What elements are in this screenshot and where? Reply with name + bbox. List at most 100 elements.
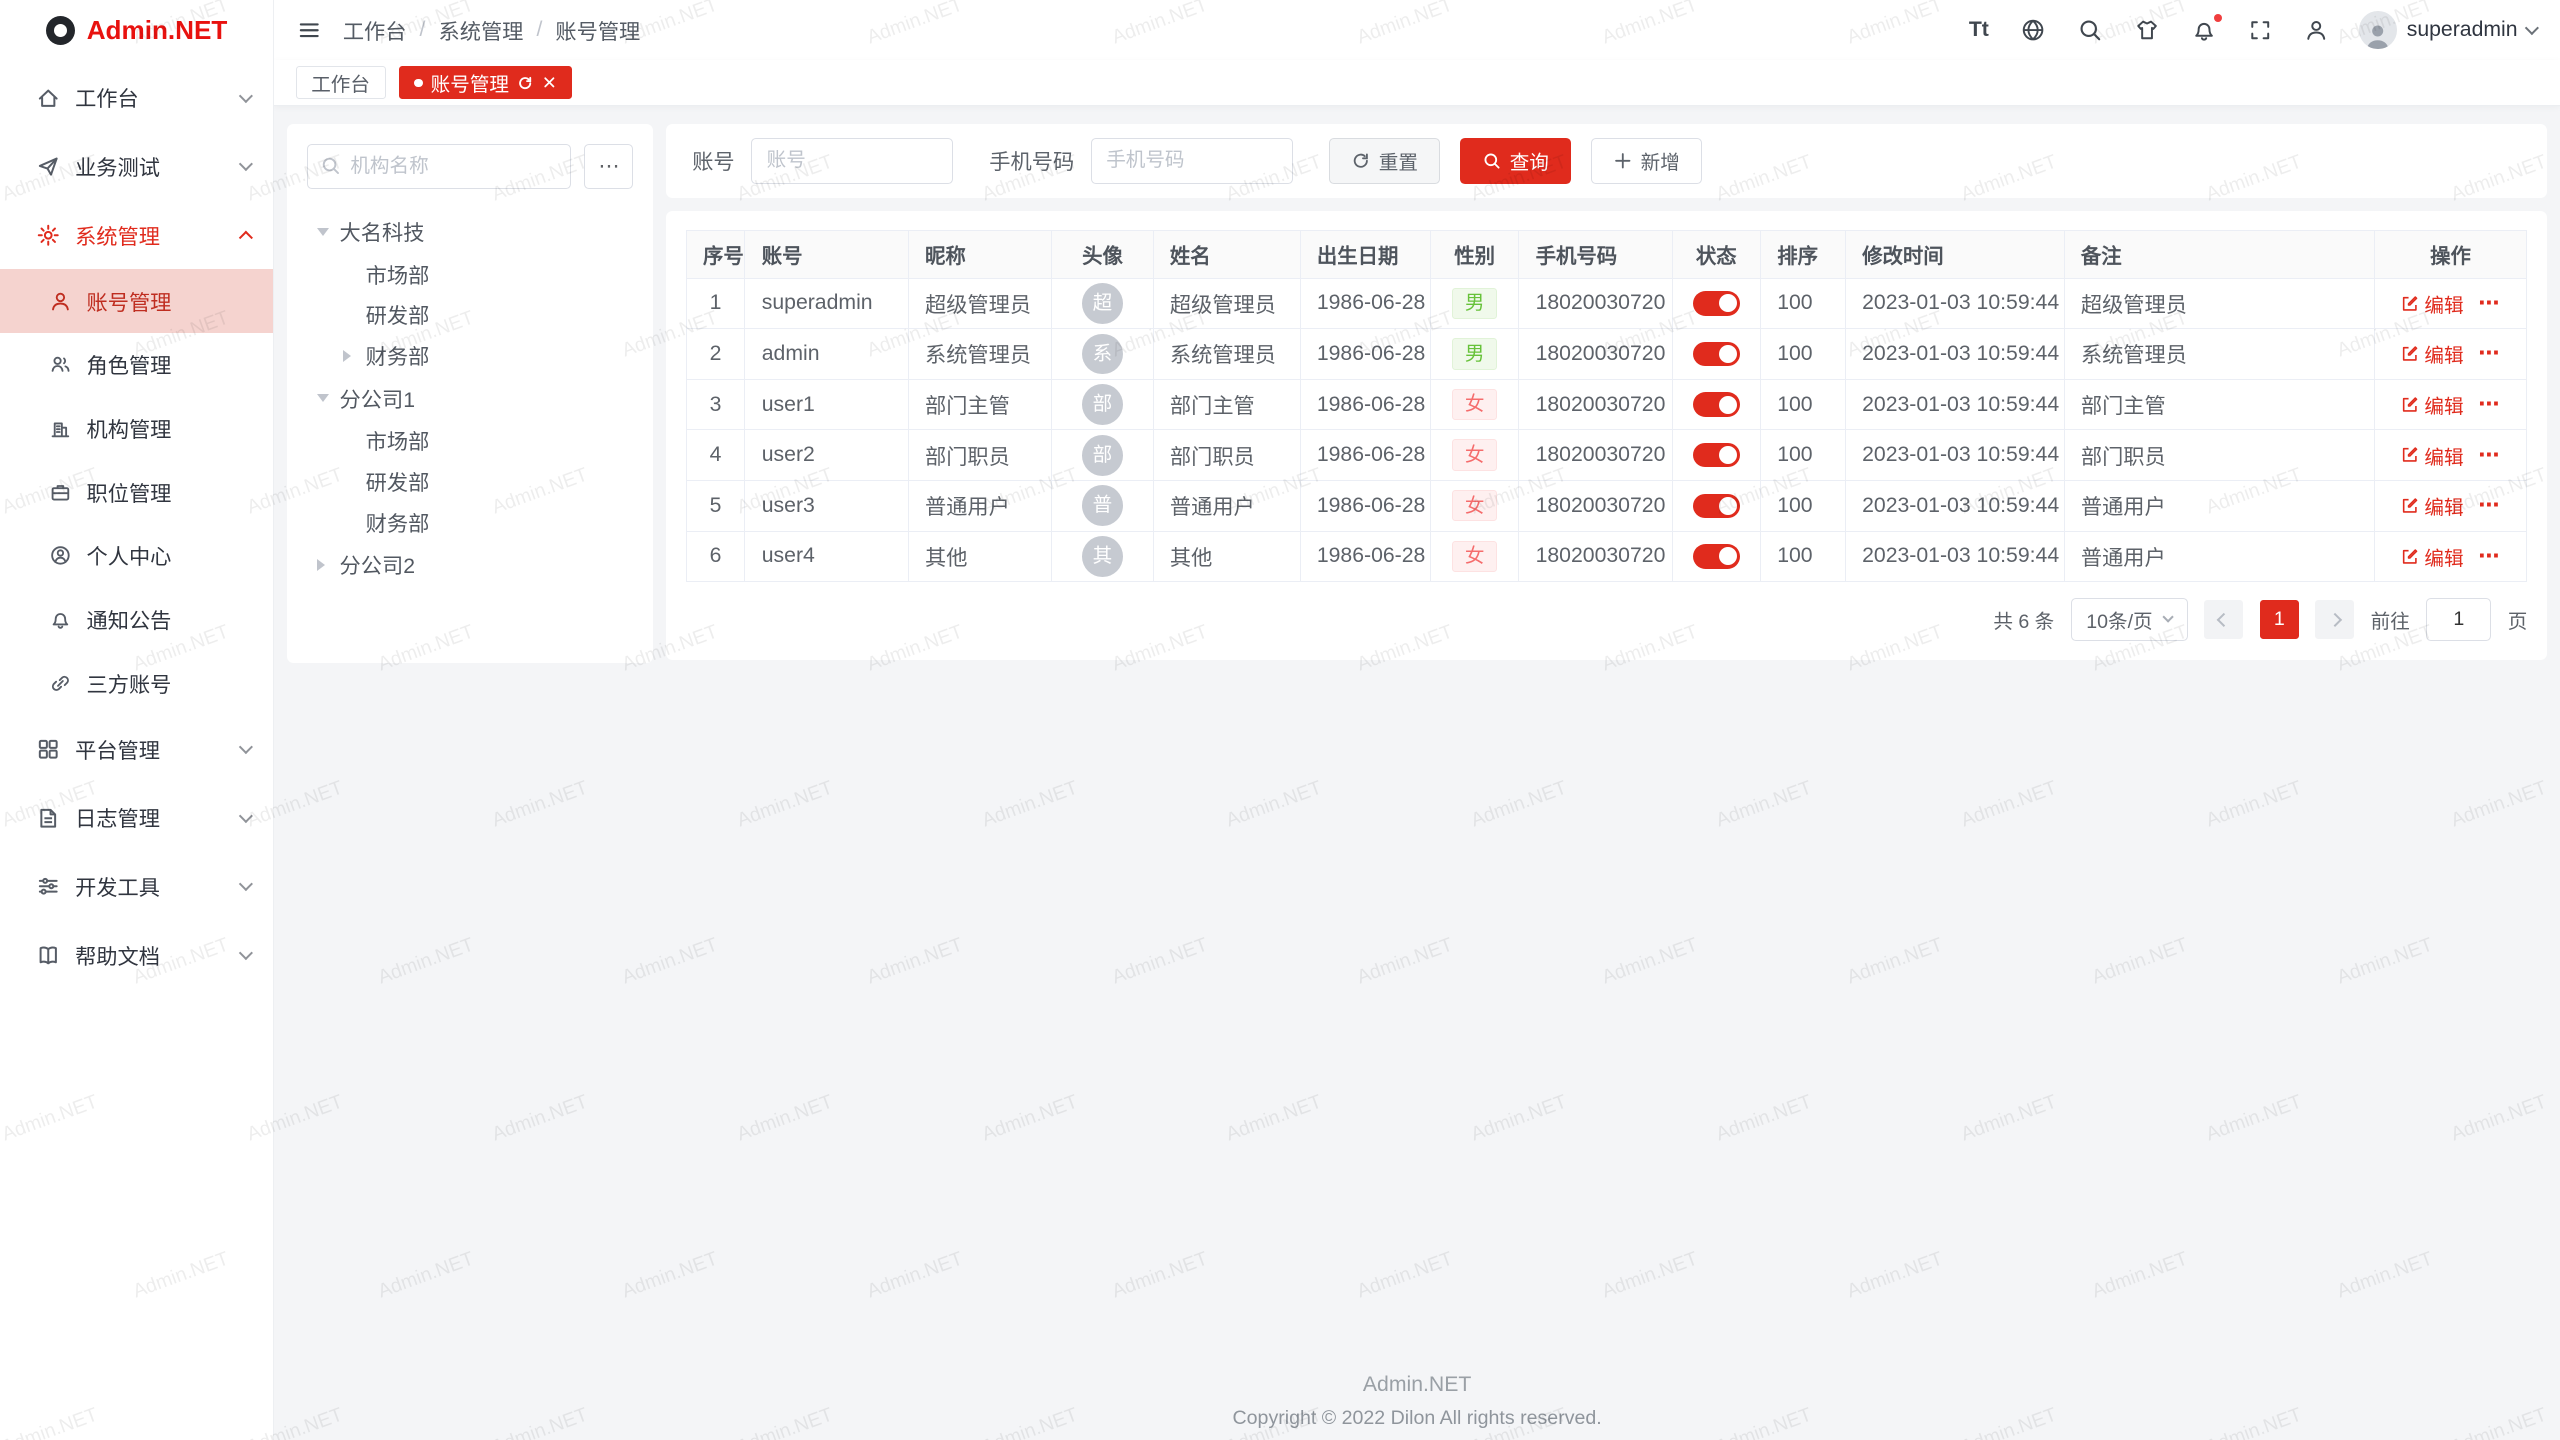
breadcrumb-item[interactable]: 工作台 (343, 15, 407, 46)
user-menu[interactable]: superadmin (2359, 11, 2537, 49)
tree-node[interactable]: 研发部 (307, 299, 634, 332)
tree-node[interactable]: 分公司2 (307, 548, 634, 581)
briefcase-icon (49, 481, 72, 504)
tree-node[interactable]: 财务部 (307, 339, 634, 372)
logo[interactable]: Admin.NET (0, 0, 273, 60)
edit-button[interactable]: 编辑 (2400, 390, 2464, 419)
search-icon[interactable] (2077, 17, 2103, 43)
row-avatar: 超 (1082, 283, 1123, 324)
sidebar-item-profile[interactable]: 个人中心 (0, 524, 273, 588)
status-toggle[interactable] (1693, 544, 1740, 568)
status-toggle[interactable] (1693, 494, 1740, 518)
more-actions-button[interactable]: ⋯ (2478, 544, 2501, 569)
edit-button[interactable]: 编辑 (2400, 339, 2464, 368)
status-toggle[interactable] (1693, 342, 1740, 366)
sidebar-item-help[interactable]: 帮助文档 (0, 921, 273, 990)
sliders-icon (36, 874, 60, 898)
more-actions-button[interactable]: ⋯ (2478, 392, 2501, 417)
tree-node[interactable]: 财务部 (307, 506, 634, 539)
status-toggle[interactable] (1693, 392, 1740, 416)
document-icon (36, 806, 60, 830)
tab-workbench[interactable]: 工作台 (296, 66, 386, 99)
edit-button[interactable]: 编辑 (2400, 289, 2464, 318)
tree-node[interactable]: 研发部 (307, 465, 634, 498)
org-name-search-input[interactable] (307, 144, 572, 190)
font-size-icon[interactable]: Tt (1969, 18, 1989, 42)
globe-icon[interactable] (2020, 17, 2046, 43)
breadcrumb: 工作台 / 系统管理 / 账号管理 (343, 15, 640, 46)
pagination-next-button[interactable] (2315, 600, 2354, 639)
sidebar-item-position[interactable]: 职位管理 (0, 460, 273, 524)
paper-plane-icon (36, 154, 60, 178)
sidebar-item-notice[interactable]: 通知公告 (0, 588, 273, 652)
caret-right-icon[interactable] (343, 350, 351, 362)
caret-right-icon[interactable] (317, 559, 325, 571)
sidebar-item-label: 职位管理 (87, 477, 172, 508)
sidebar-item-organization[interactable]: 机构管理 (0, 397, 273, 461)
page-size-select[interactable]: 10条/页 (2071, 598, 2188, 640)
sidebar-item-label: 开发工具 (75, 871, 226, 902)
row-avatar: 部 (1082, 384, 1123, 425)
reset-button[interactable]: 重置 (1329, 138, 1440, 184)
table-row: 3 user1 部门主管 部 部门主管 1986-06-28 女 1802003… (686, 379, 2527, 430)
chevron-down-icon (239, 877, 253, 891)
sidebar-item-third-party[interactable]: 三方账号 (0, 651, 273, 715)
fullscreen-icon[interactable] (2248, 18, 2272, 42)
tab-account-management[interactable]: 账号管理 (399, 66, 572, 99)
search-icon (320, 155, 341, 176)
caret-down-icon[interactable] (317, 228, 329, 236)
edit-button[interactable]: 编辑 (2400, 491, 2464, 520)
tree-node[interactable]: 市场部 (307, 258, 634, 291)
pagination-total: 共 6 条 (1993, 605, 2054, 634)
user-settings-icon[interactable] (2304, 18, 2328, 42)
status-toggle[interactable] (1693, 443, 1740, 467)
home-icon (36, 86, 60, 110)
tab-close-icon[interactable] (542, 75, 557, 90)
more-actions-button[interactable]: ⋯ (2478, 341, 2501, 366)
tree-more-button[interactable]: ⋯ (584, 144, 633, 190)
sidebar-item-label: 工作台 (75, 82, 226, 113)
more-actions-button[interactable]: ⋯ (2478, 493, 2501, 518)
status-toggle[interactable] (1693, 291, 1740, 315)
sidebar-item-business-test[interactable]: 业务测试 (0, 132, 273, 201)
logo-icon (46, 16, 75, 45)
tabbar: 工作台 账号管理 (274, 60, 2560, 106)
add-button[interactable]: 新增 (1591, 138, 1702, 184)
table-row: 2 admin 系统管理员 系 系统管理员 1986-06-28 男 18020… (686, 329, 2527, 380)
edit-button[interactable]: 编辑 (2400, 542, 2464, 571)
user-icon (49, 290, 72, 313)
more-actions-button[interactable]: ⋯ (2478, 291, 2501, 316)
tree-node[interactable]: 大名科技 (307, 215, 634, 248)
sidebar-item-devtools[interactable]: 开发工具 (0, 852, 273, 921)
caret-down-icon[interactable] (317, 394, 329, 402)
sidebar-item-workbench[interactable]: 工作台 (0, 64, 273, 133)
tree-node[interactable]: 市场部 (307, 424, 634, 457)
app-root: Admin.NET 工作台 业务测试 系统管理 账号管理 (0, 0, 2560, 1440)
sidebar-item-platform[interactable]: 平台管理 (0, 715, 273, 784)
sidebar-item-role[interactable]: 角色管理 (0, 333, 273, 397)
account-input[interactable] (751, 138, 953, 184)
chevron-down-icon (2525, 21, 2539, 35)
sidebar-item-label: 平台管理 (75, 734, 226, 765)
sidebar-item-logs[interactable]: 日志管理 (0, 784, 273, 853)
edit-button[interactable]: 编辑 (2400, 441, 2464, 470)
pagination-goto-input[interactable] (2426, 598, 2491, 640)
hamburger-menu-icon[interactable] (297, 18, 321, 42)
breadcrumb-item[interactable]: 系统管理 (439, 15, 524, 46)
more-actions-button[interactable]: ⋯ (2478, 443, 2501, 468)
grid-icon (36, 737, 60, 761)
active-tab-dot (414, 79, 422, 87)
breadcrumb-separator: / (536, 18, 542, 42)
tree-node[interactable]: 分公司1 (307, 382, 634, 415)
search-button[interactable]: 查询 (1460, 138, 1571, 184)
chevron-up-icon (239, 231, 253, 245)
sidebar-item-account[interactable]: 账号管理 (0, 269, 273, 333)
tab-refresh-icon[interactable] (517, 75, 533, 91)
phone-input[interactable] (1091, 138, 1293, 184)
sidebar-item-label: 通知公告 (87, 604, 172, 635)
theme-icon[interactable] (2134, 17, 2160, 43)
pagination-prev-button[interactable] (2204, 600, 2243, 639)
pagination-page-1[interactable]: 1 (2260, 600, 2299, 639)
notification-bell-icon[interactable] (2191, 17, 2217, 43)
sidebar-item-system-management[interactable]: 系统管理 (0, 201, 273, 270)
